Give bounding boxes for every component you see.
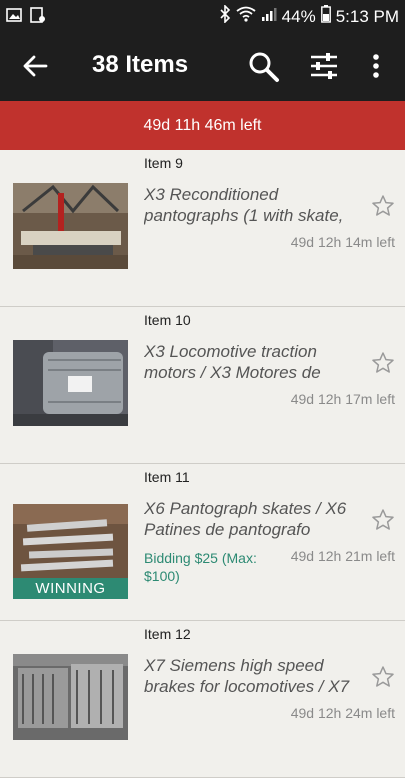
item-title: X3 Reconditioned pantographs (1 with ska… [144, 185, 344, 225]
signal-icon [261, 6, 277, 27]
screenshot-notification-icon [30, 7, 46, 28]
app-bar: 38 Items [0, 33, 405, 101]
item-title: X3 Locomotive traction motors / X3 Motor… [144, 342, 321, 382]
item-thumbnail[interactable]: WINNING [13, 504, 128, 599]
item-time-left: 49d 12h 14m left [290, 234, 395, 250]
list-item[interactable]: Item 10 X3 Locomotive traction motors / … [0, 307, 405, 464]
battery-icon [320, 5, 331, 28]
item-number: Item 9 [144, 155, 183, 171]
item-thumbnail[interactable] [13, 183, 128, 269]
item-list: Item 9 X3 Reconditioned pantographs (1 w… [0, 150, 405, 778]
page-title: 38 Items [92, 51, 189, 78]
item-thumbnail[interactable] [13, 340, 128, 426]
time-left-banner: 49d 11h 46m left [0, 101, 405, 150]
back-arrow-icon[interactable] [22, 53, 48, 84]
item-thumbnail[interactable] [13, 654, 128, 740]
bid-status: Bidding $25 (Max: $100) [144, 550, 257, 584]
wifi-icon [236, 6, 256, 27]
bluetooth-icon [219, 4, 231, 28]
item-number: Item 10 [144, 312, 191, 328]
clock: 5:13 PM [335, 6, 399, 26]
item-time-left: 49d 12h 24m left [290, 705, 395, 721]
battery-percent: 44% [281, 6, 316, 26]
more-vert-icon[interactable] [370, 53, 382, 84]
winning-badge: WINNING [13, 578, 128, 599]
filter-icon[interactable] [309, 51, 339, 86]
item-number: Item 12 [144, 626, 191, 642]
item-time-left: 49d 12h 21m left [290, 548, 395, 564]
star-icon[interactable] [371, 665, 395, 694]
list-item[interactable]: Item 11 WINNING X6 Pantograph skates / X… [0, 464, 405, 621]
banner-text: 49d 11h 46m left [143, 116, 262, 134]
star-icon[interactable] [371, 508, 395, 537]
status-bar: 44% 5:13 PM [0, 0, 405, 33]
item-time-left: 49d 12h 17m left [290, 391, 395, 407]
item-title: X6 Pantograph skates / X6 Patines de pan… [144, 499, 347, 539]
gallery-notification-icon [6, 7, 22, 28]
star-icon[interactable] [371, 351, 395, 380]
item-title: X7 Siemens high speed brakes for locomot… [144, 656, 350, 696]
list-item[interactable]: Item 12 X7 Siemens high speed brakes for… [0, 621, 405, 778]
star-icon[interactable] [371, 194, 395, 223]
item-number: Item 11 [144, 469, 190, 485]
search-icon[interactable] [248, 51, 280, 88]
list-item[interactable]: Item 9 X3 Reconditioned pantographs (1 w… [0, 150, 405, 307]
